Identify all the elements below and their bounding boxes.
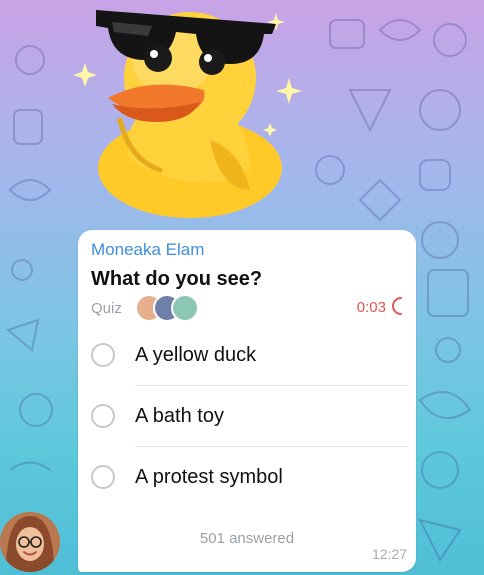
message-time: 12:27 — [371, 546, 407, 562]
radio-button[interactable] — [91, 343, 115, 367]
voter-avatar — [171, 294, 199, 322]
poll-option-label: A bath toy — [135, 405, 224, 427]
radio-button[interactable] — [91, 404, 115, 428]
user-avatar[interactable] — [0, 512, 60, 572]
recent-voters[interactable] — [135, 294, 199, 322]
avatar-face-icon — [0, 512, 60, 572]
timer-arc-icon — [392, 297, 402, 315]
poll-option[interactable]: A yellow duck — [78, 326, 416, 386]
divider — [135, 385, 408, 386]
answered-count[interactable]: 501 answered — [78, 530, 416, 547]
poll-option[interactable]: A bath toy — [78, 387, 416, 447]
divider — [135, 446, 408, 447]
radio-button[interactable] — [91, 465, 115, 489]
poll-question: What do you see? — [91, 268, 263, 290]
poll-message-bubble: Moneaka Elam What do you see? Quiz 0:03 … — [78, 230, 416, 572]
poll-option-label: A protest symbol — [135, 466, 283, 488]
duck-sticker[interactable] — [60, 0, 320, 228]
poll-type-label: Quiz — [91, 300, 122, 317]
quiz-timer: 0:03 — [356, 299, 386, 316]
poll-option-label: A yellow duck — [135, 344, 257, 366]
sender-name[interactable]: Moneaka Elam — [91, 240, 204, 260]
poll-option[interactable]: A protest symbol — [78, 448, 416, 508]
